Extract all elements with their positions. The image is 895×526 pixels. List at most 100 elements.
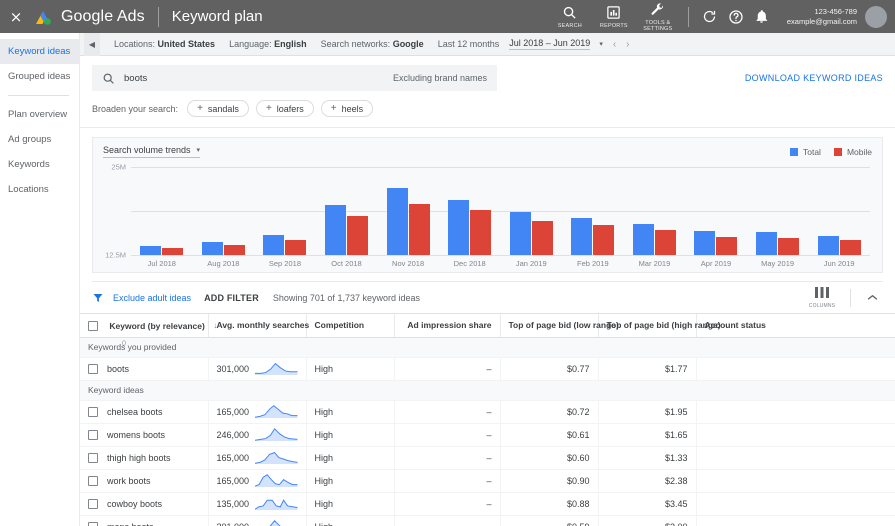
date-range-picker[interactable]: Jul 2018 – Jun 2019 [509,38,591,50]
chart-bar-group[interactable] [685,167,747,255]
chart-bar-total[interactable] [386,188,408,255]
broaden-chip-sandals[interactable]: + sandals [187,100,249,117]
chart-bar-group[interactable] [439,167,501,255]
column-header-account-status[interactable]: Account status [695,313,895,338]
table-row[interactable]: womens boots 246,000 High – $0.61 $1.65 [80,423,895,447]
chart-bar-total[interactable] [325,204,347,255]
table-row[interactable]: mens boots 201,000 High–$0.59$2.00 [80,515,895,526]
chart-bar-group[interactable] [808,167,870,255]
refresh-icon[interactable] [697,4,723,30]
chart-bar-total[interactable] [571,218,593,255]
cell-keyword[interactable]: chelsea boots [80,400,208,424]
cell-keyword[interactable]: boots [80,357,208,381]
chart-bar-group[interactable] [254,167,316,255]
chart-bar-group[interactable] [500,167,562,255]
row-checkbox[interactable] [88,476,98,487]
column-header-bid-high[interactable]: Top of page bid (high range) [597,313,721,338]
chart-bar-mobile[interactable] [347,216,369,255]
chart-bar-mobile[interactable] [162,248,184,255]
chart-bar-group[interactable] [562,167,624,255]
legend-item-mobile[interactable]: Mobile [833,147,872,157]
keyword-search-box[interactable]: Excluding brand names [92,65,497,91]
prev-period-icon[interactable]: ‹ [613,39,616,50]
cell-keyword[interactable]: thigh high boots [80,446,208,470]
row-checkbox[interactable] [88,430,98,441]
context-locations[interactable]: Locations: United States [114,39,215,49]
context-search-networks[interactable]: Search networks: Google [321,39,424,49]
chart-bar-total[interactable] [140,245,162,255]
chart-bar-mobile[interactable] [839,240,861,255]
cell-keyword[interactable]: cowboy boots [80,492,208,516]
download-keyword-ideas-button[interactable]: DOWNLOAD KEYWORD IDEAS [745,65,883,83]
exclude-adult-ideas-filter[interactable]: Exclude adult ideas [113,293,191,303]
row-checkbox[interactable] [88,364,98,375]
sidebar-item-grouped-ideas[interactable]: Grouped ideas [0,64,79,89]
broaden-chip-heels[interactable]: + heels [320,100,374,117]
chart-metric-selector[interactable]: Search volume trends ▾ [103,145,201,158]
broaden-chip-loafers[interactable]: + loafers [255,100,314,117]
column-header-keyword[interactable]: Keyword (by relevance) ↓ [80,313,217,338]
row-checkbox[interactable] [88,522,98,526]
chevron-up-icon[interactable] [861,294,883,301]
add-filter-button[interactable]: ADD FILTER [204,293,259,303]
chart-bar-mobile[interactable] [223,245,245,255]
chart-bar-mobile[interactable] [593,225,615,255]
chevron-down-icon[interactable]: ▾ [599,40,603,48]
chart-bar-mobile[interactable] [470,210,492,255]
table-row[interactable]: boots 301,000 High – $0.77 $1.77 [80,357,895,381]
search-icon[interactable]: SEARCH [548,5,592,29]
next-period-icon[interactable]: › [626,39,629,50]
reports-icon[interactable]: REPORTS [592,5,636,29]
tools-settings-icon[interactable]: TOOLS & SETTINGS [636,2,680,32]
chart-bar-group[interactable] [624,167,686,255]
chart-bar-mobile[interactable] [778,238,800,255]
close-icon[interactable]: × [6,7,26,27]
table-row[interactable]: cowboy boots 135,000 High – $0.88 $3.45 [80,492,895,516]
filter-icon[interactable] [92,292,104,304]
select-all-checkbox[interactable] [88,320,98,331]
chart-bar-group[interactable] [377,167,439,255]
row-checkbox[interactable] [88,407,98,418]
sidebar-item-ad-groups[interactable]: Ad groups [0,127,79,152]
chart-bar-total[interactable] [448,200,470,255]
column-header-competition[interactable]: Competition [305,313,394,338]
columns-button[interactable]: COLUMNS [804,286,840,309]
cell-keyword[interactable]: womens boots [80,423,208,447]
chart-bar-group[interactable] [131,167,193,255]
chart-bar-mobile[interactable] [531,220,553,255]
help-icon[interactable] [723,4,749,30]
row-checkbox[interactable] [88,453,98,464]
collapse-panel-icon[interactable]: ◀ [84,32,100,56]
chart-bar-mobile[interactable] [716,236,738,255]
cell-keyword[interactable]: work boots [80,469,208,493]
chart-bar-mobile[interactable] [285,239,307,255]
table-row[interactable]: chelsea boots 165,000 High – $0.72 $1.95 [80,400,895,424]
search-input[interactable] [124,72,393,84]
cell-keyword[interactable]: mens boots [80,515,208,526]
account-info[interactable]: 123-456-789 example@gmail.com [787,7,857,27]
chart-bar-total[interactable] [694,231,716,255]
chart-bar-group[interactable] [193,167,255,255]
chart-bar-total[interactable] [756,232,778,255]
sidebar-item-keywords[interactable]: Keywords [0,152,79,177]
chart-bar-group[interactable] [316,167,378,255]
table-row[interactable]: thigh high boots 165,000 High – $0.60 $1.33 [80,446,895,470]
sidebar-item-locations[interactable]: Locations [0,177,79,202]
notifications-bell-icon[interactable] [749,4,775,30]
column-header-bid-low[interactable]: Top of page bid (low range) [499,313,619,338]
chart-bar-total[interactable] [263,234,285,255]
chart-bar-mobile[interactable] [654,230,676,255]
sidebar-item-keyword-ideas[interactable]: Keyword ideas [0,39,79,64]
table-row[interactable]: work boots 165,000 High – $0.90 $2.38 [80,469,895,493]
column-header-avg-monthly-searches[interactable]: Avg. monthly searches [207,313,309,338]
chart-bar-mobile[interactable] [408,203,430,255]
context-language[interactable]: Language: English [229,39,307,49]
chart-bar-total[interactable] [201,241,223,255]
chart-bar-total[interactable] [509,212,531,255]
column-header-ad-impression-share[interactable]: Ad impression share [393,313,500,338]
chart-bar-group[interactable] [747,167,809,255]
google-ads-logo[interactable]: Google Ads [34,8,145,26]
sidebar-item-plan-overview[interactable]: Plan overview [0,102,79,127]
chart-bar-total[interactable] [817,235,839,255]
chart-bar-total[interactable] [632,224,654,255]
